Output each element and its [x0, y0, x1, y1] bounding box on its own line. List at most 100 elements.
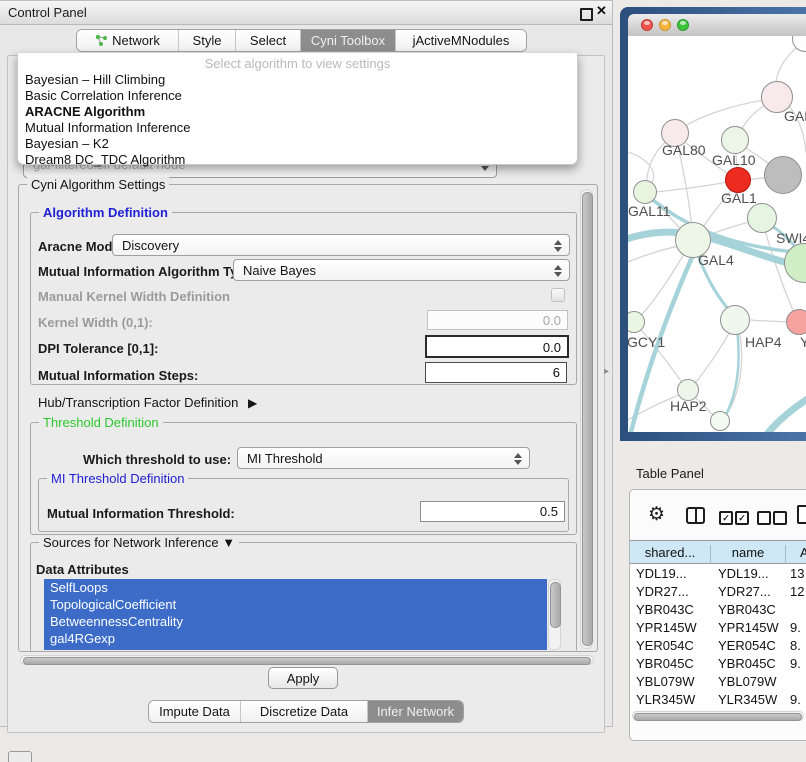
cell-name: YBR043C	[718, 602, 784, 617]
network-node[interactable]	[720, 305, 750, 335]
table-row[interactable]: YIL052C YIL052C 9.	[630, 709, 806, 710]
tab-discretize-data-label: Discretize Data	[260, 704, 348, 719]
mi-algorithm-type-combo[interactable]: Naive Bayes	[233, 259, 570, 281]
network-node[interactable]	[747, 203, 777, 233]
float-window-icon[interactable]	[580, 8, 593, 21]
table-row[interactable]: YBR045C YBR045C 9.	[630, 655, 806, 673]
table-row[interactable]: YPR145W YPR145W 9.	[630, 619, 806, 637]
which-threshold-combo[interactable]: MI Threshold	[237, 447, 530, 469]
kernel-width-field[interactable]: 0.0	[427, 310, 568, 330]
network-canvas[interactable]: GAL GAL80 GAL10 GAL1 GAL11 SWI4 GAL4 GCY…	[628, 36, 806, 432]
cell-name: YPR145W	[718, 620, 784, 635]
node-label: HAP2	[670, 398, 707, 414]
tab-network-label: Network	[112, 33, 160, 48]
hub-transcription-expander[interactable]: Hub/Transcription Factor Definition ▶	[38, 395, 257, 410]
document-icon[interactable]	[797, 505, 806, 524]
table-row[interactable]: YBR043C YBR043C	[630, 601, 806, 619]
network-node[interactable]	[710, 411, 730, 431]
network-icon	[95, 34, 108, 47]
algorithm-definition-title: Algorithm Definition	[39, 205, 172, 220]
algorithm-dropdown-overlay: Select algorithm to view settings Bayesi…	[17, 53, 578, 165]
column-header-clipped[interactable]: A	[786, 545, 806, 564]
which-threshold-label: Which threshold to use:	[83, 452, 231, 467]
dpi-tolerance-label: DPI Tolerance [0,1]:	[38, 341, 158, 356]
manual-kernel-width-checkbox[interactable]	[551, 288, 565, 302]
attribute-list-item[interactable]: TopologicalCoefficient	[44, 596, 547, 613]
tab-select[interactable]: Select	[236, 30, 301, 51]
cell-value: 8.	[790, 638, 806, 653]
aracne-mode-value: Discovery	[122, 238, 179, 253]
cell-value: 9.	[790, 692, 806, 707]
attribute-list-item[interactable]: BetweennessCentrality	[44, 613, 547, 630]
algorithm-item[interactable]: Basic Correlation Inference	[22, 88, 575, 104]
zoom-traffic-light[interactable]	[677, 19, 689, 31]
aracne-mode-combo[interactable]: Discovery	[112, 234, 570, 256]
table-row[interactable]: YDL19... YDL19... 13	[630, 565, 806, 583]
network-node[interactable]	[786, 309, 806, 335]
mi-threshold-field[interactable]: 0.5	[420, 501, 565, 522]
tab-network[interactable]: Network	[77, 30, 179, 51]
stepper-icon	[553, 239, 562, 253]
minimize-traffic-light[interactable]	[659, 19, 671, 31]
expander-arrow-icon: ▶	[248, 396, 257, 410]
settings-horizontal-scrollbar[interactable]	[20, 655, 594, 665]
tab-discretize-data[interactable]: Discretize Data	[241, 701, 368, 722]
algorithm-dropdown-placeholder: Select algorithm to view settings	[18, 56, 577, 71]
minimized-panel-icon[interactable]	[8, 751, 32, 762]
tab-cyni-toolbox[interactable]: Cyni Toolbox	[301, 30, 396, 51]
control-panel-title: Control Panel	[8, 5, 87, 20]
node-label: GAL4	[698, 252, 734, 268]
cell-value: 12	[790, 584, 806, 599]
checked-checkbox-icon[interactable]: ✓	[719, 511, 733, 525]
algorithm-item-selected[interactable]: ARACNE Algorithm	[22, 104, 575, 120]
close-icon[interactable]: ✕	[596, 3, 607, 19]
settings-vertical-scrollbar[interactable]	[580, 189, 593, 649]
control-panel-window: Control Panel ✕ Network Style Select	[0, 0, 613, 727]
table-row[interactable]: YER054C YER054C 8.	[630, 637, 806, 655]
column-header-shared[interactable]: shared...	[630, 545, 711, 564]
tab-impute-data[interactable]: Impute Data	[149, 701, 241, 722]
table-rows: YDL19... YDL19... 13 YDR27... YDR27... 1…	[630, 565, 806, 710]
attribute-list-item[interactable]: SelfLoops	[44, 579, 547, 596]
algorithm-item[interactable]: Dream8 DC_TDC Algorithm	[22, 152, 575, 168]
node-label: GAL11	[628, 203, 671, 219]
gear-icon[interactable]: ⚙	[648, 503, 665, 526]
tab-impute-data-label: Impute Data	[159, 704, 230, 719]
algorithm-item[interactable]: Bayesian – K2	[22, 136, 575, 152]
algorithm-item[interactable]: Mutual Information Inference	[22, 120, 575, 136]
panel-divider-handle[interactable]: ▸	[604, 366, 609, 377]
mi-steps-field[interactable]: 6	[425, 362, 567, 383]
tab-style[interactable]: Style	[179, 30, 236, 51]
cell-name: YLR345W	[718, 692, 784, 707]
apply-button[interactable]: Apply	[268, 667, 338, 689]
tab-jactivemnodules[interactable]: jActiveMNodules	[396, 30, 526, 51]
stepper-icon	[553, 264, 562, 278]
cell-value: 9.	[790, 620, 806, 635]
sources-title[interactable]: Sources for Network Inference ▼	[39, 535, 239, 550]
network-node[interactable]	[764, 156, 802, 194]
cell-shared: YBR043C	[636, 602, 708, 617]
columns-icon[interactable]	[686, 507, 705, 524]
dpi-tolerance-field[interactable]: 0.0	[425, 335, 569, 358]
table-row[interactable]: YBL079W YBL079W	[630, 673, 806, 691]
mi-algorithm-type-value: Naive Bayes	[243, 263, 316, 278]
close-traffic-light[interactable]	[641, 19, 653, 31]
network-node[interactable]	[633, 180, 657, 204]
column-header-name[interactable]: name	[711, 545, 786, 564]
cell-shared: YPR145W	[636, 620, 708, 635]
mi-threshold-label: Mutual Information Threshold:	[47, 506, 235, 521]
table-row[interactable]: YDR27... YDR27... 12	[630, 583, 806, 601]
unchecked-checkbox-icon[interactable]	[773, 511, 787, 525]
network-node[interactable]	[721, 126, 749, 154]
attribute-list-item[interactable]: gal4RGexp	[44, 630, 547, 650]
tab-infer-network[interactable]: Infer Network	[368, 701, 463, 722]
attribute-list-scrollbar[interactable]	[548, 579, 561, 650]
table-horizontal-scrollbar[interactable]	[632, 711, 804, 721]
algorithm-item[interactable]: Bayesian – Hill Climbing	[22, 72, 575, 88]
table-row[interactable]: YLR345W YLR345W 9.	[630, 691, 806, 709]
cyni-algorithm-settings-title: Cyni Algorithm Settings	[27, 177, 169, 192]
checked-checkbox-icon[interactable]: ✓	[735, 511, 749, 525]
unchecked-checkbox-icon[interactable]	[757, 511, 771, 525]
cell-shared: YDR27...	[636, 584, 708, 599]
node-label: Y	[800, 334, 806, 350]
